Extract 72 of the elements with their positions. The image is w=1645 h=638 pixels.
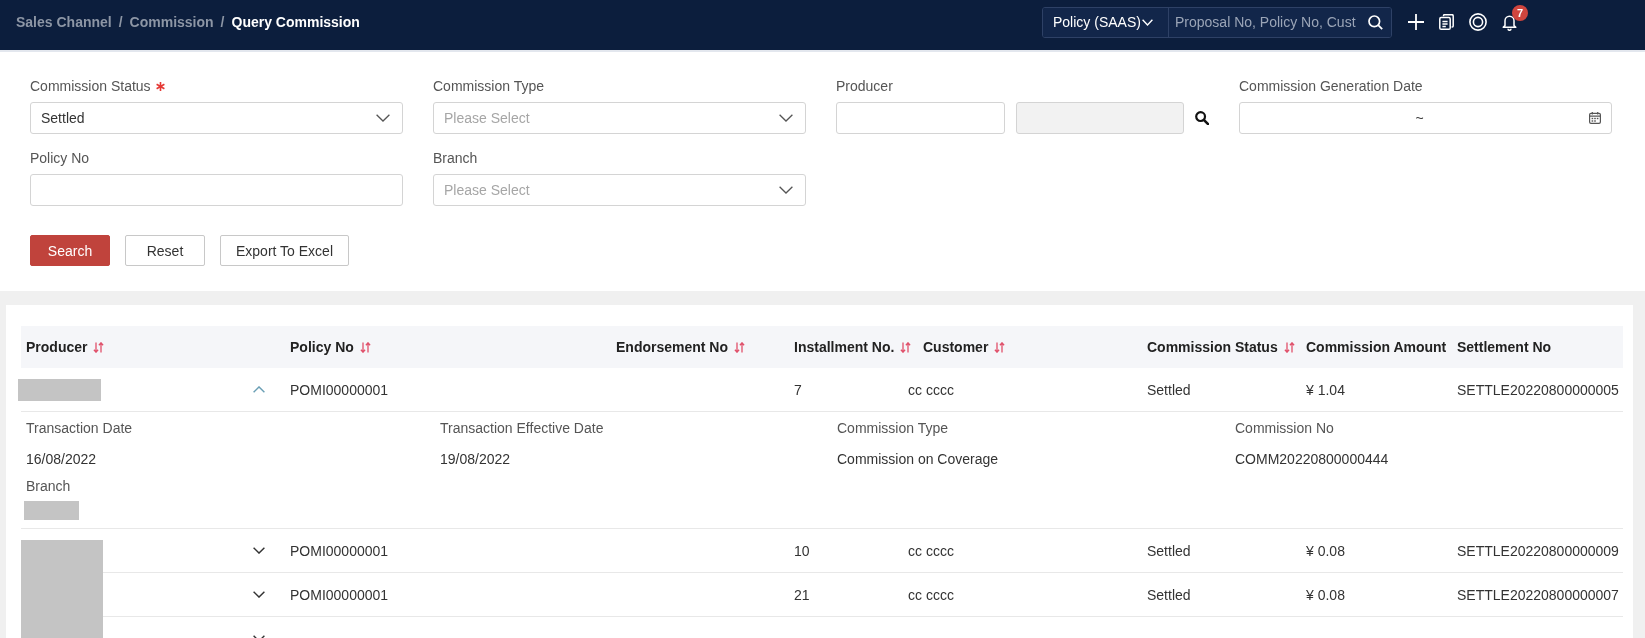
detail-label: Transaction Effective Date	[440, 420, 604, 436]
table-cell: 10	[794, 542, 810, 559]
chevron-down-icon[interactable]	[253, 591, 265, 598]
column-header: Customer	[923, 339, 989, 355]
table-cell: POMI00000001	[290, 381, 389, 398]
field-label: Producer	[836, 78, 893, 94]
chevron-down-icon	[779, 186, 793, 194]
secondary-button[interactable]: Reset	[125, 235, 205, 266]
table-cell: ¥ 0.08	[1306, 542, 1345, 559]
table-cell: 21	[794, 586, 810, 603]
table-cell: POMI00000001	[290, 542, 389, 559]
ring-icon[interactable]	[1469, 13, 1487, 31]
detail-label: Commission Type	[837, 420, 948, 436]
bell-icon[interactable]	[1502, 13, 1517, 31]
date-range-field[interactable]: ~	[1239, 102, 1612, 134]
field-label: Commission Type	[433, 78, 544, 94]
chevron-down-icon[interactable]	[253, 547, 265, 554]
field-label: Commission Status	[30, 78, 151, 94]
column-header: Commission Status	[1147, 339, 1278, 355]
notification-badge: 7	[1512, 4, 1528, 21]
sort-icon[interactable]	[994, 341, 1006, 353]
secondary-button[interactable]: Export To Excel	[220, 235, 349, 266]
breadcrumb-link[interactable]: Sales Channel	[16, 14, 112, 30]
table-cell: cc cccc	[908, 381, 954, 398]
table-cell: cc cccc	[908, 542, 954, 559]
sort-icon[interactable]	[1283, 341, 1295, 353]
sort-icon[interactable]	[359, 341, 371, 353]
detail-value: COMM20220800000444	[1235, 451, 1389, 467]
table-cell: ¥ 0.08	[1306, 586, 1345, 603]
detail-label: Commission No	[1235, 420, 1334, 436]
detail-value: 19/08/2022	[440, 451, 511, 467]
column-header: Settlement No	[1457, 339, 1552, 355]
breadcrumb-separator: /	[220, 14, 225, 30]
detail-label: Transaction Date	[26, 420, 133, 436]
breadcrumb-current: Query Commission	[231, 14, 360, 30]
detail-value: Commission on Coverage	[837, 451, 999, 467]
table-cell: Settled	[1147, 586, 1191, 603]
detail-label: Branch	[26, 478, 71, 494]
text-input[interactable]	[30, 174, 403, 206]
column-header: Policy No	[290, 339, 354, 355]
field-label: Policy No	[30, 150, 90, 166]
documents-icon[interactable]	[1439, 14, 1454, 30]
table-cell: SETTLE20220800000005	[1457, 381, 1619, 398]
calendar-icon[interactable]	[1589, 112, 1601, 124]
primary-button[interactable]: Search	[30, 235, 110, 266]
table-cell: ¥ 1.04	[1306, 381, 1345, 398]
chevron-down-icon	[779, 114, 793, 122]
code-input[interactable]	[836, 102, 1005, 134]
sort-icon[interactable]	[93, 341, 105, 353]
sort-icon[interactable]	[900, 341, 912, 353]
sort-icon[interactable]	[734, 341, 745, 353]
column-header: Endorsement No	[616, 339, 728, 355]
table-cell: Settled	[1147, 381, 1191, 398]
select-field[interactable]: Settled	[30, 102, 403, 134]
detail-value: 16/08/2022	[26, 451, 97, 467]
table-cell: Settled	[1147, 542, 1191, 559]
field-label: Branch	[433, 150, 478, 166]
breadcrumb-link[interactable]: Commission	[129, 14, 214, 30]
table-cell: POMI00000001	[290, 586, 389, 603]
column-header: Installment No.	[794, 339, 895, 355]
chevron-up-icon[interactable]	[253, 386, 265, 393]
table-cell: 7	[794, 381, 802, 398]
field-label: Commission Generation Date	[1239, 78, 1423, 94]
table-cell: SETTLE20220800000009	[1457, 542, 1619, 559]
table-cell: cc cccc	[908, 586, 954, 603]
table-cell: SETTLE20220800000007	[1457, 586, 1619, 603]
column-header: Commission Amount	[1306, 339, 1447, 355]
breadcrumb-separator: /	[118, 14, 123, 30]
plus-icon[interactable]	[1408, 14, 1424, 30]
search-icon[interactable]	[1195, 111, 1209, 125]
column-header: Producer	[26, 339, 88, 355]
chevron-down-icon	[376, 114, 390, 122]
